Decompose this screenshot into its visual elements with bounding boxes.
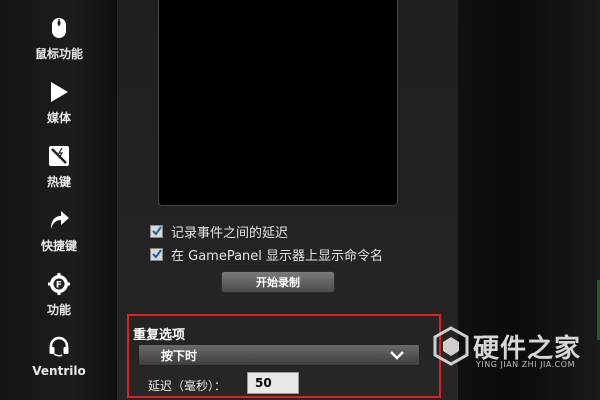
macro-recording-area[interactable] xyxy=(158,0,398,206)
show-command-name-checkbox[interactable] xyxy=(150,247,163,261)
sidebar-item-label: Ventrilo xyxy=(32,364,86,378)
sidebar-item-ventrilo[interactable]: Ventrilo xyxy=(0,326,118,388)
shortcut-arrow-icon xyxy=(48,209,70,231)
checkmark-icon xyxy=(151,249,162,259)
sidebar: 鼠标功能 媒体 热键 快捷键 F 功能 Ventrilo xyxy=(0,0,118,400)
watermark-subtext: YING JIAN ZHI JIA.COM xyxy=(476,360,575,369)
mouse-icon xyxy=(48,17,70,39)
repeat-mode-select[interactable]: 按下时 xyxy=(138,344,420,366)
sidebar-item-label: 功能 xyxy=(46,302,71,317)
delay-input[interactable]: 50 xyxy=(247,372,299,394)
checkmark-icon xyxy=(151,226,162,236)
record-delay-checkbox[interactable] xyxy=(150,224,163,238)
repeat-mode-value: 按下时 xyxy=(161,348,198,363)
record-delay-option[interactable]: 记录事件之间的延迟 xyxy=(150,222,289,241)
chevron-down-icon xyxy=(389,348,405,365)
sidebar-item-hotkeys[interactable]: 热键 xyxy=(0,136,118,198)
repeat-options-title: 重复选项 xyxy=(133,328,186,343)
delay-label: 延迟（毫秒）： xyxy=(148,379,227,393)
start-recording-button[interactable]: 开始录制 xyxy=(221,271,335,293)
show-command-name-option[interactable]: 在 GamePanel 显示器上显示命令名 xyxy=(150,245,384,264)
function-gear-icon: F xyxy=(48,272,70,295)
hotkey-icon xyxy=(48,145,70,167)
sidebar-item-mouse-functions[interactable]: 鼠标功能 xyxy=(0,8,118,70)
sidebar-item-label: 热键 xyxy=(46,174,71,189)
sidebar-item-label: 快捷键 xyxy=(40,238,77,253)
sidebar-item-functions[interactable]: F 功能 xyxy=(0,264,118,326)
svg-text:F: F xyxy=(56,280,62,290)
watermark-logo-icon xyxy=(432,326,470,370)
show-command-name-label: 在 GamePanel 显示器上显示命令名 xyxy=(171,248,384,264)
sidebar-item-shortcuts[interactable]: 快捷键 xyxy=(0,200,118,262)
headset-icon xyxy=(48,336,70,358)
sidebar-item-label: 媒体 xyxy=(46,110,71,125)
sidebar-item-label: 鼠标功能 xyxy=(34,46,83,61)
sidebar-item-media[interactable]: 媒体 xyxy=(0,72,118,134)
play-icon xyxy=(48,81,70,103)
record-delay-label: 记录事件之间的延迟 xyxy=(171,225,289,241)
